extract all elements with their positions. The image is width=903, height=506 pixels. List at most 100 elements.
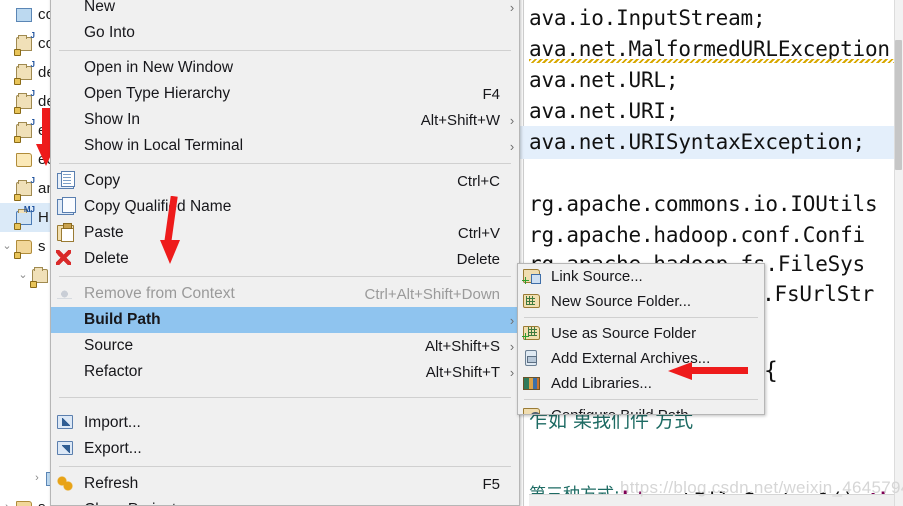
menu-item-remove-from-context: Remove from Context Ctrl+Alt+Shift+Down (51, 281, 519, 307)
box-icon (14, 6, 34, 24)
warning-squiggle (529, 59, 903, 63)
build-path-submenu[interactable]: Link Source... New Source Folder... Use … (517, 263, 765, 415)
menu-item-go-into[interactable]: Go Into (51, 20, 519, 46)
watermark-text: https://blog.csdn.net/weixin_46457946 (620, 478, 903, 497)
menu-item-show-in[interactable]: Show In Alt+Shift+W › (51, 107, 519, 133)
code-line: ava.io.InputStream; (529, 6, 766, 30)
no-icon (51, 362, 81, 382)
menu-item-label: Export... (84, 440, 142, 457)
menu-item-close-project[interactable]: Close Project (51, 497, 519, 505)
source-folder-icon (14, 238, 34, 259)
menu-item-accelerator: Alt+Shift+S (424, 337, 500, 355)
menu-item-accelerator: F4 (482, 85, 500, 103)
menu-item-label: Show In (84, 111, 141, 128)
tree-item-label: s (38, 238, 46, 255)
menu-item-accelerator: Delete (456, 250, 500, 268)
package-web-icon: J (14, 60, 35, 85)
submenu-item-configure-build-path[interactable]: Configure Build Path... (518, 403, 764, 414)
menu-item-delete[interactable]: Delete Delete (51, 246, 519, 272)
menu-item-build-path[interactable]: Build Path › (51, 307, 519, 333)
chevron-right-icon: › (509, 0, 515, 15)
menu-item-accelerator: Ctrl+V (457, 224, 500, 242)
no-icon (51, 58, 81, 78)
chevron-right-icon: › (509, 138, 515, 154)
menu-item-label: Delete (84, 250, 129, 267)
no-icon (51, 23, 81, 43)
code-line-current: ava.net.URISyntaxException; (519, 126, 903, 159)
add-libraries-icon (518, 374, 548, 394)
menu-item-label: Go Into (84, 24, 135, 41)
menu-separator (59, 163, 511, 164)
context-menu[interactable]: New › Go Into Open in New Window Open Ty… (50, 0, 520, 506)
menu-item-accelerator: Ctrl+C (457, 172, 500, 190)
no-icon (51, 84, 81, 104)
menu-item-label: Paste (84, 224, 124, 241)
menu-item-new[interactable]: New › (51, 0, 519, 20)
menu-item-open-in-new-window[interactable]: Open in New Window (51, 55, 519, 81)
tree-twisty-expanded[interactable]: ⌄ (0, 241, 14, 252)
menu-item-label: New (84, 0, 116, 15)
submenu-item-new-source-folder[interactable]: New Source Folder... (518, 289, 764, 314)
package-jar-icon: J (14, 89, 35, 114)
menu-separator (59, 466, 511, 467)
export-icon (51, 439, 81, 459)
submenu-item-use-as-source-folder[interactable]: Use as Source Folder (518, 321, 764, 346)
menu-item-paste[interactable]: Paste Ctrl+V (51, 220, 519, 246)
code-block-open-brace: { (764, 358, 778, 384)
menu-item-label: Remove from Context (84, 285, 235, 302)
folder-icon (14, 499, 34, 506)
menu-item-accelerator: Ctrl+Alt+Shift+Down (364, 285, 500, 303)
menu-separator (59, 397, 511, 398)
menu-item-label: Close Project (81, 501, 500, 505)
menu-item-open-type-hierarchy[interactable]: Open Type Hierarchy F4 (51, 81, 519, 107)
no-icon (51, 0, 81, 17)
tree-item-label: s (38, 499, 46, 506)
add-external-archives-icon (518, 349, 548, 369)
menu-separator (59, 276, 511, 277)
submenu-item-label: Link Source... (551, 268, 643, 285)
submenu-item-add-libraries[interactable]: Add Libraries... (518, 371, 764, 396)
editor-vertical-scrollbar[interactable] (894, 0, 903, 506)
package-icon (30, 266, 50, 288)
tree-twisty[interactable]: › (0, 502, 14, 506)
package-jar-icon: J (14, 31, 35, 56)
menu-item-import[interactable]: Import... (51, 410, 519, 436)
no-icon (51, 110, 81, 130)
no-icon (51, 500, 81, 505)
refresh-icon (51, 474, 81, 494)
configure-build-path-icon (518, 406, 548, 414)
menu-item-export[interactable]: Export... (51, 436, 519, 462)
menu-item-label: Import... (84, 414, 141, 431)
menu-item-label: Refresh (84, 475, 139, 492)
menu-item-refresh[interactable]: Refresh F5 (51, 471, 519, 497)
folder-open-icon (14, 151, 34, 169)
tree-twisty[interactable]: › (30, 473, 44, 484)
link-source-icon (518, 267, 548, 287)
submenu-item-link-source[interactable]: Link Source... (518, 264, 764, 289)
tree-twisty-expanded[interactable]: ⌄ (16, 270, 30, 281)
menu-item-copy-qualified-name[interactable]: Copy Qualified Name (51, 194, 519, 220)
menu-item-copy[interactable]: Copy Ctrl+C (51, 168, 519, 194)
code-line: rg.apache.commons.io.IOUtils (529, 192, 878, 216)
menu-item-label: Open in New Window (84, 59, 234, 76)
eclipse-screenshot: con J con J den J den J ech ecli (0, 0, 903, 506)
no-icon (51, 136, 81, 156)
import-icon (51, 413, 81, 433)
java-code-editor[interactable]: ava.io.InputStream; ava.net.MalformedURL… (519, 0, 903, 506)
remove-from-context-icon (51, 284, 81, 304)
scrollbar-thumb[interactable] (895, 40, 902, 170)
new-source-folder-icon (518, 292, 548, 312)
menu-item-accelerator: Alt+Shift+W (420, 111, 500, 129)
submenu-item-add-external-archives[interactable]: Add External Archives... (518, 346, 764, 371)
package-web-icon: J (14, 118, 35, 143)
package-jar-icon: J (14, 176, 35, 201)
menu-item-source[interactable]: Source Alt+Shift+S › (51, 333, 519, 359)
java-project-icon: MJ (14, 205, 35, 230)
menu-item-label: Copy (84, 172, 121, 189)
menu-item-refactor[interactable]: Refactor Alt+Shift+T › (51, 359, 519, 385)
submenu-separator (524, 317, 758, 318)
menu-item-show-in-local-terminal[interactable]: Show in Local Terminal › (51, 133, 519, 159)
submenu-item-label: Add Libraries... (551, 375, 652, 392)
code-line: ava.net.URL; (529, 68, 679, 92)
menu-separator (59, 50, 511, 51)
